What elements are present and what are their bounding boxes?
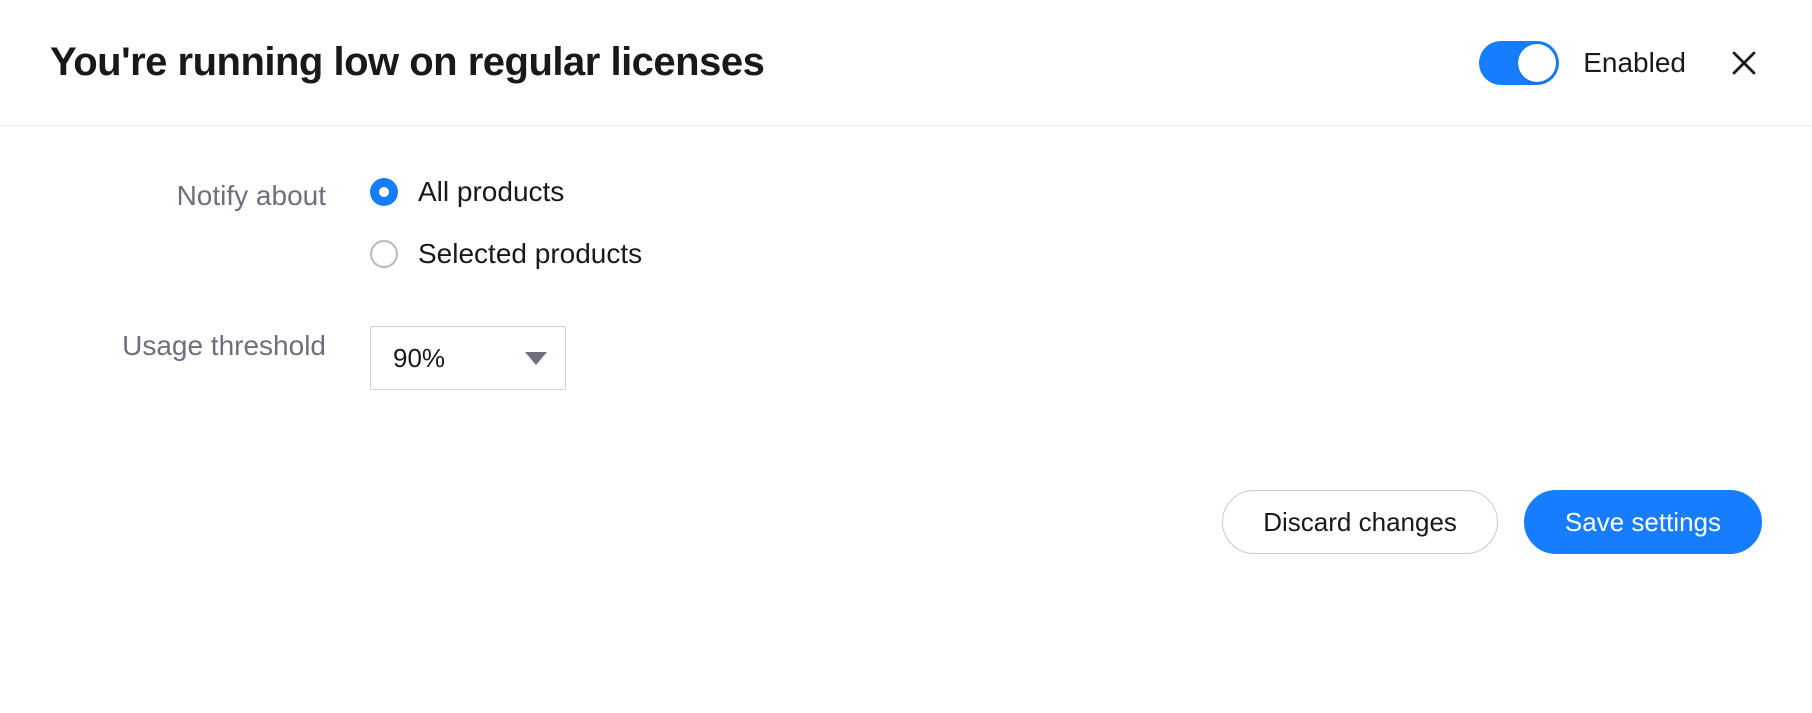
radio-indicator-checked [370, 178, 398, 206]
panel-body: Notify about All products Selected produ… [0, 126, 1812, 390]
settings-panel: You're running low on regular licenses E… [0, 0, 1812, 604]
enabled-toggle-label: Enabled [1583, 47, 1686, 79]
radio-selected-products[interactable]: Selected products [370, 238, 1762, 270]
discard-changes-button[interactable]: Discard changes [1222, 490, 1498, 554]
usage-threshold-value: 90% [393, 343, 445, 374]
radio-all-products[interactable]: All products [370, 176, 1762, 208]
toggle-knob [1518, 44, 1556, 82]
save-settings-label: Save settings [1565, 507, 1721, 538]
chevron-down-icon [525, 352, 547, 365]
panel-footer: Discard changes Save settings [0, 390, 1812, 604]
notify-about-row: Notify about All products Selected produ… [50, 176, 1762, 270]
radio-all-products-label: All products [418, 176, 564, 208]
panel-title: You're running low on regular licenses [50, 40, 764, 85]
close-button[interactable] [1726, 45, 1762, 81]
usage-threshold-label: Usage threshold [50, 326, 370, 362]
panel-header: You're running low on regular licenses E… [0, 0, 1812, 126]
save-settings-button[interactable]: Save settings [1524, 490, 1762, 554]
radio-indicator-unchecked [370, 240, 398, 268]
discard-changes-label: Discard changes [1263, 507, 1457, 538]
usage-threshold-row: Usage threshold 90% [50, 326, 1762, 390]
enabled-toggle-group: Enabled [1479, 41, 1686, 85]
enabled-toggle[interactable] [1479, 41, 1559, 85]
notify-about-radio-group: All products Selected products [370, 176, 1762, 270]
notify-about-label: Notify about [50, 176, 370, 212]
close-icon [1729, 48, 1759, 78]
radio-selected-products-label: Selected products [418, 238, 642, 270]
usage-threshold-select[interactable]: 90% [370, 326, 566, 390]
usage-threshold-control: 90% [370, 326, 1762, 390]
